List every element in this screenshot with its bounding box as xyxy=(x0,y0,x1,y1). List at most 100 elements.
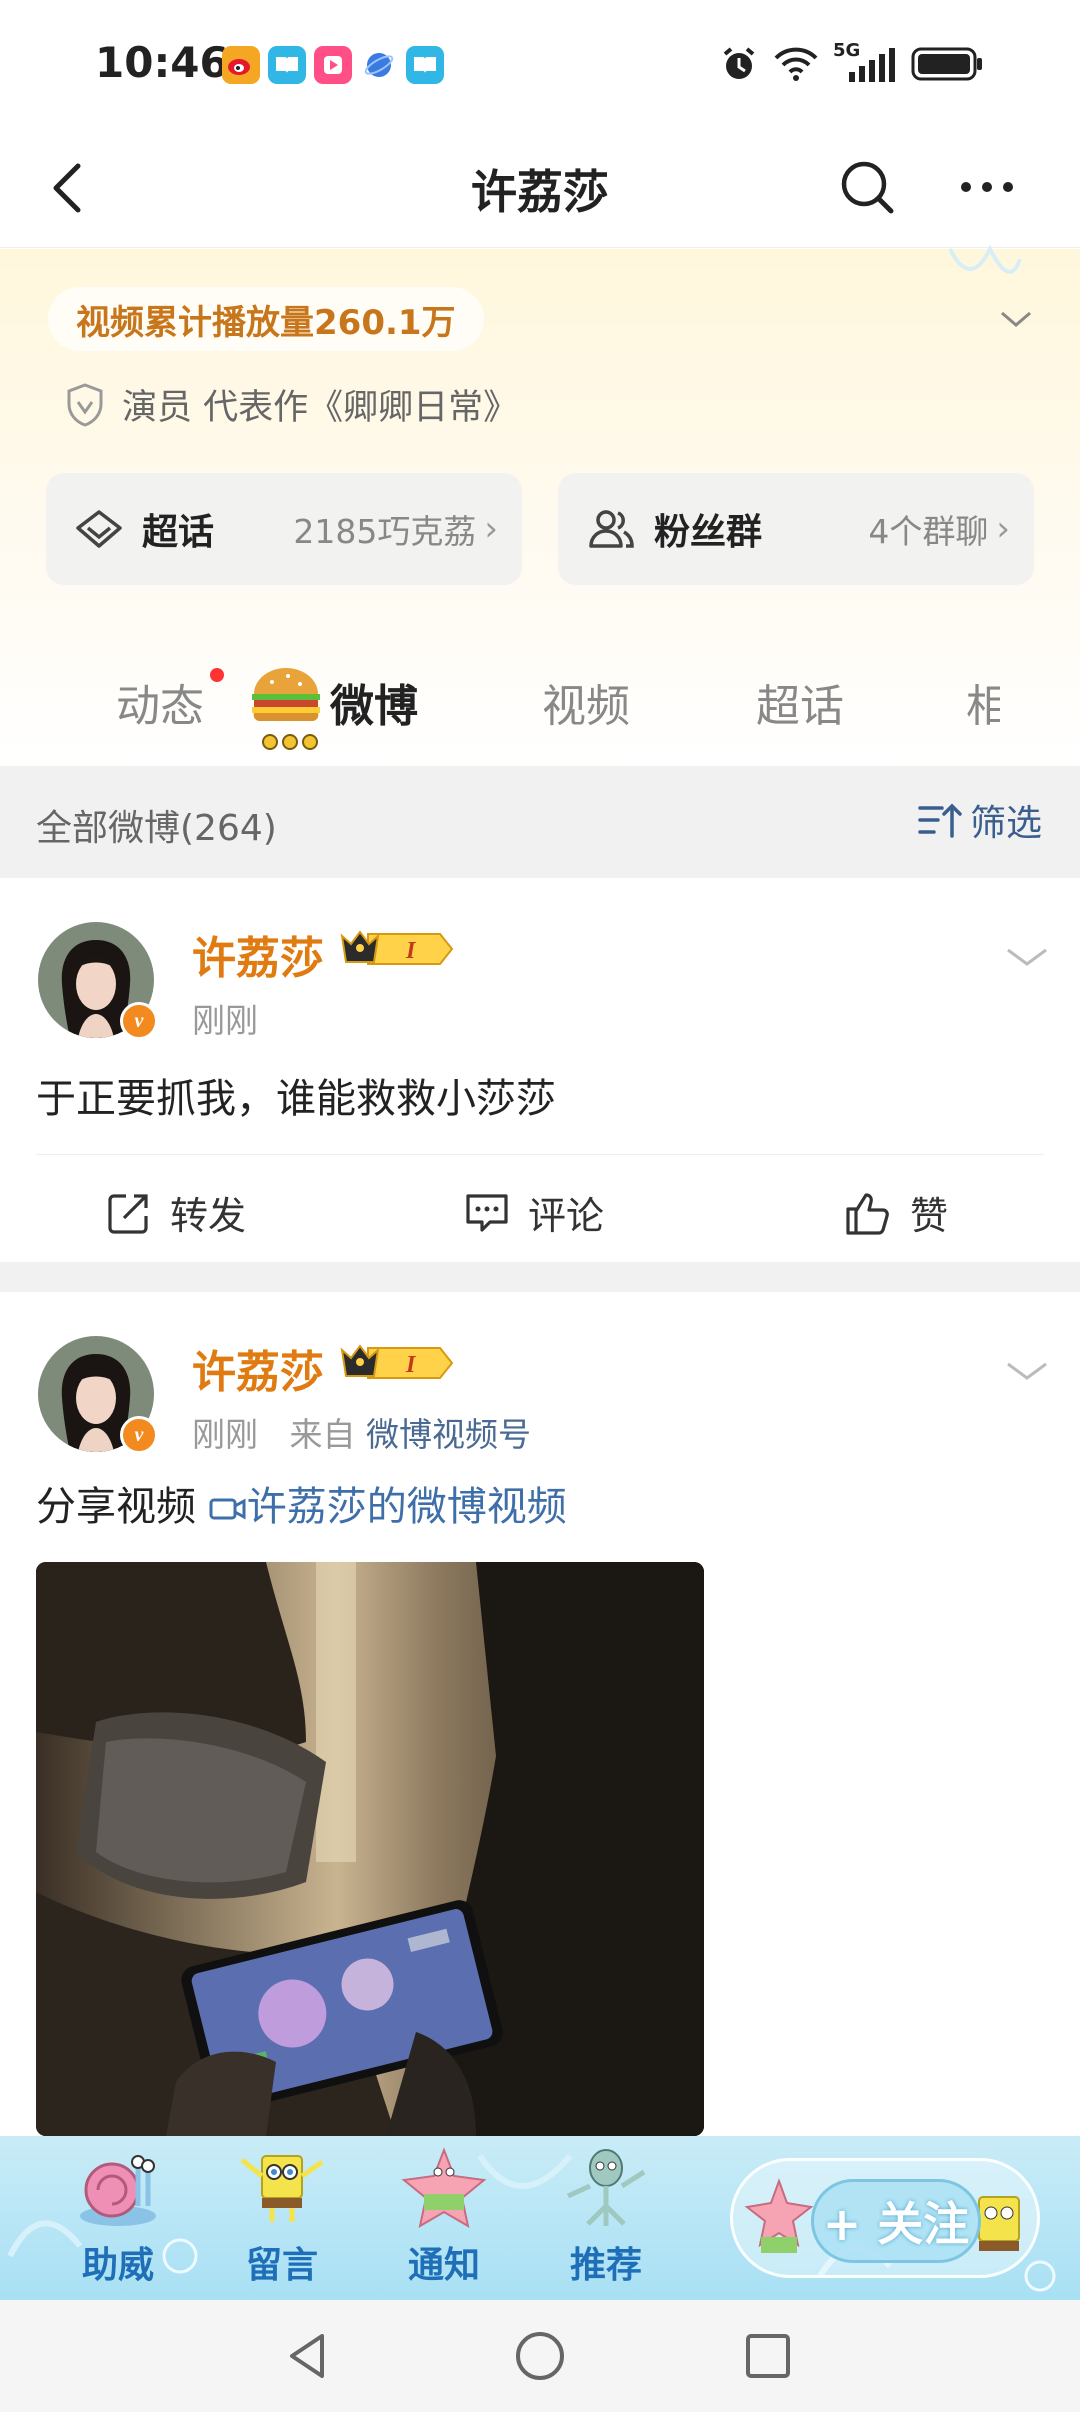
card-value: 4个群聊 xyxy=(868,512,989,551)
follow-container: + 关注 xyxy=(730,2158,1040,2278)
tab-album[interactable]: 相 xyxy=(966,670,1000,734)
signal-5g: 5G xyxy=(833,40,897,84)
filter-icon xyxy=(918,803,962,838)
chevron-right-icon: › xyxy=(484,509,498,549)
post-body: 分享视频 xyxy=(36,1484,196,1530)
crown-level: I xyxy=(405,1352,417,1378)
toolbar-notice[interactable]: 通知 xyxy=(374,2146,514,2288)
filter-bar: 全部微博(264) 筛选 xyxy=(0,766,1080,878)
tab-dynamic[interactable]: 动态 xyxy=(116,670,204,734)
decor-sponge-icon xyxy=(948,244,1022,274)
status-app-icons xyxy=(222,46,444,84)
post-text: 于正要抓我，谁能救救小莎莎 xyxy=(36,1076,556,1122)
recents-nav-icon[interactable] xyxy=(740,2328,796,2384)
top-nav: 许荔莎 xyxy=(0,130,1080,248)
crown-level: I xyxy=(405,938,417,964)
squidward-icon xyxy=(566,2149,646,2226)
toolbar-label: 通知 xyxy=(407,2245,480,2286)
post-actions: 转发 评论 赞 xyxy=(36,1154,1044,1262)
spongebob-icon xyxy=(240,2155,324,2222)
video-camera-icon xyxy=(209,1498,246,1520)
card-name: 超话 xyxy=(142,512,215,553)
burger-icon xyxy=(252,668,320,750)
search-icon[interactable] xyxy=(836,156,898,218)
post-text: 分享视频 许荔莎的微博视频 xyxy=(36,1474,567,1532)
card-name: 粉丝群 xyxy=(654,512,763,553)
super-topic-card[interactable]: 超话 2185巧克荔 › xyxy=(46,473,522,585)
repost-label: 转发 xyxy=(170,1194,247,1238)
role-text: 演员 代表作《卿卿日常》 xyxy=(122,388,519,428)
card-value: 2185巧克荔 xyxy=(293,512,477,551)
profile-tabs: 动态 微博 视频 超话 相 xyxy=(0,640,1080,766)
toolbar-cheer[interactable]: 助威 xyxy=(48,2146,188,2288)
system-nav-bar xyxy=(0,2300,1080,2412)
more-icon[interactable] xyxy=(956,156,1018,218)
post-source[interactable]: 微博视频号 xyxy=(366,1415,531,1454)
bottom-toolbar: 助威 留言 通知 推荐 + 关注 xyxy=(0,2136,1080,2300)
post-card: v 许荔莎 I 刚刚 于正要抓我，谁能救救小莎莎 转发 评论 赞 xyxy=(0,878,1080,1262)
home-nav-icon[interactable] xyxy=(512,2328,568,2384)
tab-weibo[interactable]: 微博 xyxy=(330,670,418,734)
like-icon xyxy=(846,1192,889,1235)
toolbar-label: 推荐 xyxy=(569,2245,642,2286)
fan-group-card[interactable]: 粉丝群 4个群聊 › xyxy=(558,473,1034,585)
toolbar-label: 助威 xyxy=(81,2245,154,2286)
status-time: 10:46 xyxy=(95,38,229,87)
weibo-count: 全部微博(264) xyxy=(36,808,277,849)
views-stat: 视频累计播放量260.1万 xyxy=(48,287,484,351)
tab-super-topic[interactable]: 超话 xyxy=(756,670,844,734)
role-row: 演员 代表作《卿卿日常》 xyxy=(64,379,518,430)
video-link-text: 许荔莎的微博视频 xyxy=(246,1484,567,1530)
reader-app-icon xyxy=(406,46,444,84)
wifi-icon xyxy=(774,47,818,81)
post-card: v 许荔莎 I 刚刚 来自 微博视频号 分享视频 许荔莎的微博视频 xyxy=(0,1292,1080,2136)
patrick-icon xyxy=(401,2147,487,2229)
post-username[interactable]: 许荔莎 xyxy=(192,922,324,986)
signal-icon xyxy=(849,48,895,82)
post-time: 刚刚 xyxy=(192,1415,258,1454)
like-label: 赞 xyxy=(910,1194,949,1238)
filter-button[interactable]: 筛选 xyxy=(916,794,1042,846)
post-source-prefix: 来自 xyxy=(289,1415,356,1454)
comment-icon xyxy=(466,1193,508,1232)
post-meta: 刚刚 来自 微博视频号 xyxy=(192,1408,531,1456)
video-app-icon xyxy=(314,46,352,84)
repost-icon xyxy=(108,1193,148,1234)
chevron-down-icon[interactable] xyxy=(1004,1348,1050,1394)
status-indicators: 5G xyxy=(719,40,985,84)
post-separator xyxy=(0,1262,1080,1292)
toolbar-recommend[interactable]: 推荐 xyxy=(536,2146,676,2288)
weibo-app-icon xyxy=(222,46,260,84)
post-username[interactable]: 许荔莎 xyxy=(192,1336,324,1400)
comment-label: 评论 xyxy=(528,1194,605,1238)
chevron-down-icon[interactable] xyxy=(996,299,1036,339)
browser-app-icon xyxy=(360,46,398,84)
tab-video[interactable]: 视频 xyxy=(542,670,630,734)
post-meta: 刚刚 xyxy=(192,994,258,1042)
status-bar: 10:46 5G xyxy=(0,0,1080,130)
filter-label: 筛选 xyxy=(969,803,1042,844)
snail-icon xyxy=(80,2155,156,2226)
video-thumbnail[interactable] xyxy=(36,1562,704,2136)
shield-icon xyxy=(67,382,103,427)
chevron-down-icon[interactable] xyxy=(1004,934,1050,980)
back-nav-icon[interactable] xyxy=(282,2328,338,2384)
crown-badge-icon: I xyxy=(340,1344,454,1379)
video-link[interactable]: 许荔莎的微博视频 xyxy=(209,1484,567,1530)
comment-button[interactable]: 评论 xyxy=(464,1185,604,1240)
like-button[interactable]: 赞 xyxy=(844,1185,948,1240)
post-time: 刚刚 xyxy=(192,1001,258,1040)
verified-badge: v xyxy=(120,1416,158,1454)
repost-button[interactable]: 转发 xyxy=(106,1185,246,1240)
diamond-icon xyxy=(76,510,122,548)
unread-dot xyxy=(210,668,224,682)
toolbar-message[interactable]: 留言 xyxy=(212,2146,352,2288)
toolbar-label: 留言 xyxy=(245,2245,318,2286)
follow-button[interactable]: + 关注 xyxy=(811,2179,981,2263)
battery-icon xyxy=(911,47,982,81)
crown-badge-icon: I xyxy=(340,930,454,965)
alarm-icon xyxy=(723,47,755,79)
book-app-icon xyxy=(268,46,306,84)
group-icon xyxy=(589,510,634,548)
chevron-right-icon: › xyxy=(996,509,1010,549)
